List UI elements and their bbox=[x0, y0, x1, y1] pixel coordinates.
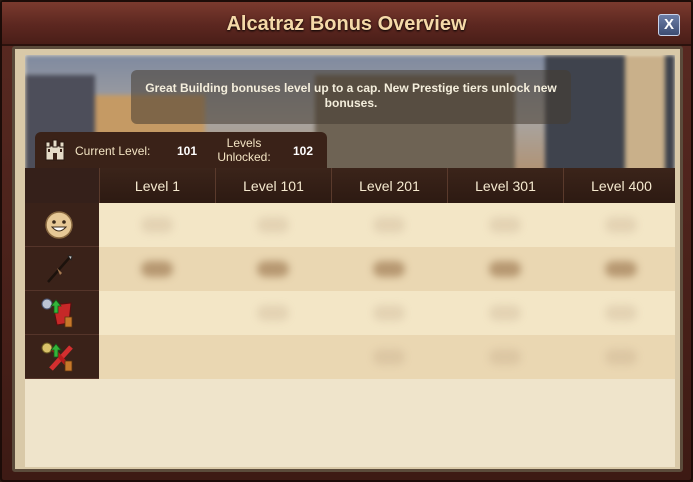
current-level-label: Current Level: bbox=[75, 144, 151, 158]
row-icon-attack-boost bbox=[25, 291, 99, 335]
empty-content-area bbox=[25, 379, 675, 467]
level-info-tab: Current Level: 101 Levels Unlocked: 102 bbox=[35, 132, 327, 168]
table-row bbox=[99, 335, 675, 379]
levels-unlocked-label-line1: Levels bbox=[226, 136, 262, 150]
title-bar: Alcatraz Bonus Overview X bbox=[2, 2, 691, 46]
content-area: Great Building bonuses level up to a cap… bbox=[25, 55, 675, 467]
close-button[interactable]: X bbox=[658, 14, 680, 36]
table-row bbox=[99, 247, 675, 291]
column-header-level-201: Level 201 bbox=[331, 168, 447, 203]
table-row bbox=[99, 203, 675, 247]
row-icon-spear bbox=[25, 247, 99, 291]
column-header-level-101: Level 101 bbox=[215, 168, 331, 203]
window-title: Alcatraz Bonus Overview bbox=[226, 13, 467, 35]
info-banner: Great Building bonuses level up to a cap… bbox=[131, 70, 571, 124]
column-header-level-1: Level 1 bbox=[99, 168, 215, 203]
row-icon-happiness bbox=[25, 203, 99, 247]
happiness-icon bbox=[45, 211, 73, 239]
levels-unlocked-label-line2: Unlocked: bbox=[217, 150, 271, 164]
levels-unlocked-value: 102 bbox=[293, 144, 314, 158]
castle-icon bbox=[45, 139, 65, 161]
column-header-level-301: Level 301 bbox=[447, 168, 563, 203]
bonus-grid bbox=[99, 203, 675, 379]
table-header: Level 1 Level 101 Level 201 Level 301 Le… bbox=[25, 168, 675, 203]
row-icon-defense-boost bbox=[25, 335, 99, 379]
table-row bbox=[99, 291, 675, 335]
column-header-level-400: Level 400 bbox=[563, 168, 675, 203]
attack-boost-icon bbox=[41, 298, 73, 328]
defense-boost-icon bbox=[41, 342, 73, 372]
bonus-overview-window: Alcatraz Bonus Overview X Great Building… bbox=[0, 0, 693, 482]
header-corner bbox=[25, 168, 99, 203]
spear-icon bbox=[47, 255, 73, 283]
current-level-value: 101 bbox=[177, 144, 198, 158]
bonus-icon-column bbox=[25, 203, 99, 379]
content-frame: Great Building bonuses level up to a cap… bbox=[12, 46, 683, 472]
